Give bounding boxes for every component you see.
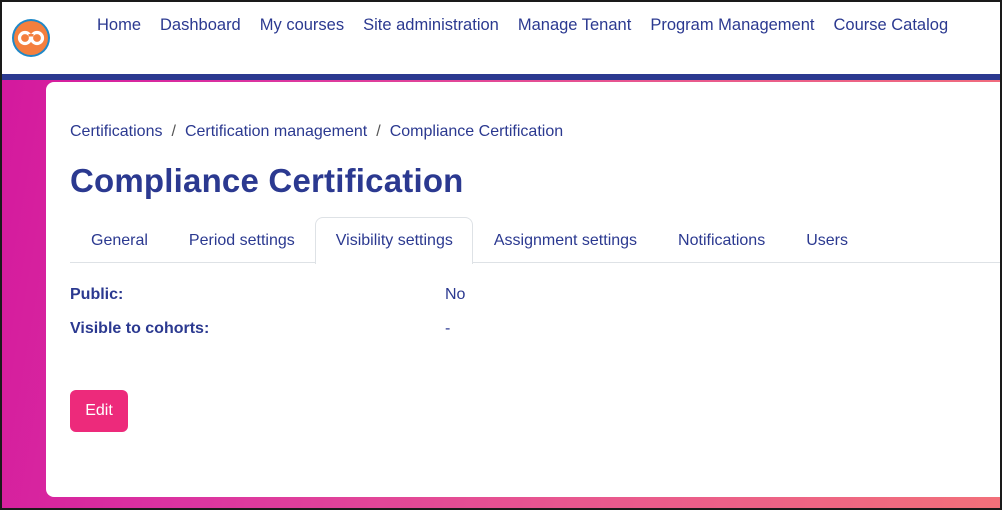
nav-link-dashboard[interactable]: Dashboard (160, 16, 241, 35)
field-label-visible-to-cohorts: Visible to cohorts: (70, 320, 210, 337)
breadcrumb: Certifications / Certification managemen… (70, 123, 563, 141)
nav-link-my-courses[interactable]: My courses (260, 16, 344, 35)
field-label-public: Public: (70, 286, 124, 303)
edit-button[interactable]: Edit (70, 390, 128, 432)
nav-link-home[interactable]: Home (97, 16, 141, 35)
main-content-card: Certifications / Certification managemen… (46, 82, 1000, 497)
tab-assignment-settings[interactable]: Assignment settings (473, 217, 657, 263)
tab-period-settings[interactable]: Period settings (168, 217, 315, 263)
breadcrumb-separator: / (376, 123, 381, 140)
breadcrumb-compliance-certification[interactable]: Compliance Certification (390, 123, 563, 141)
tab-users[interactable]: Users (785, 217, 868, 263)
nav-link-site-administration[interactable]: Site administration (363, 16, 499, 35)
tab-general[interactable]: General (70, 217, 168, 263)
breadcrumb-certification-management[interactable]: Certification management (185, 123, 367, 141)
nav-link-program-management[interactable]: Program Management (650, 16, 814, 35)
nav-link-manage-tenant[interactable]: Manage Tenant (518, 16, 631, 35)
tab-bar: General Period settings Visibility setti… (70, 217, 1000, 264)
nav-links: Home Dashboard My courses Site administr… (97, 16, 967, 35)
nav-link-course-catalog[interactable]: Course Catalog (833, 16, 948, 35)
breadcrumb-separator: / (171, 123, 176, 140)
site-logo-icon[interactable] (11, 18, 51, 58)
breadcrumb-certifications[interactable]: Certifications (70, 123, 162, 141)
field-value-public: No (445, 286, 466, 303)
tab-notifications[interactable]: Notifications (657, 217, 785, 263)
page-title: Compliance Certification (70, 162, 464, 199)
tab-visibility-settings[interactable]: Visibility settings (314, 217, 473, 264)
field-value-visible-to-cohorts: - (445, 320, 451, 337)
top-navbar: Home Dashboard My courses Site administr… (2, 2, 1000, 74)
